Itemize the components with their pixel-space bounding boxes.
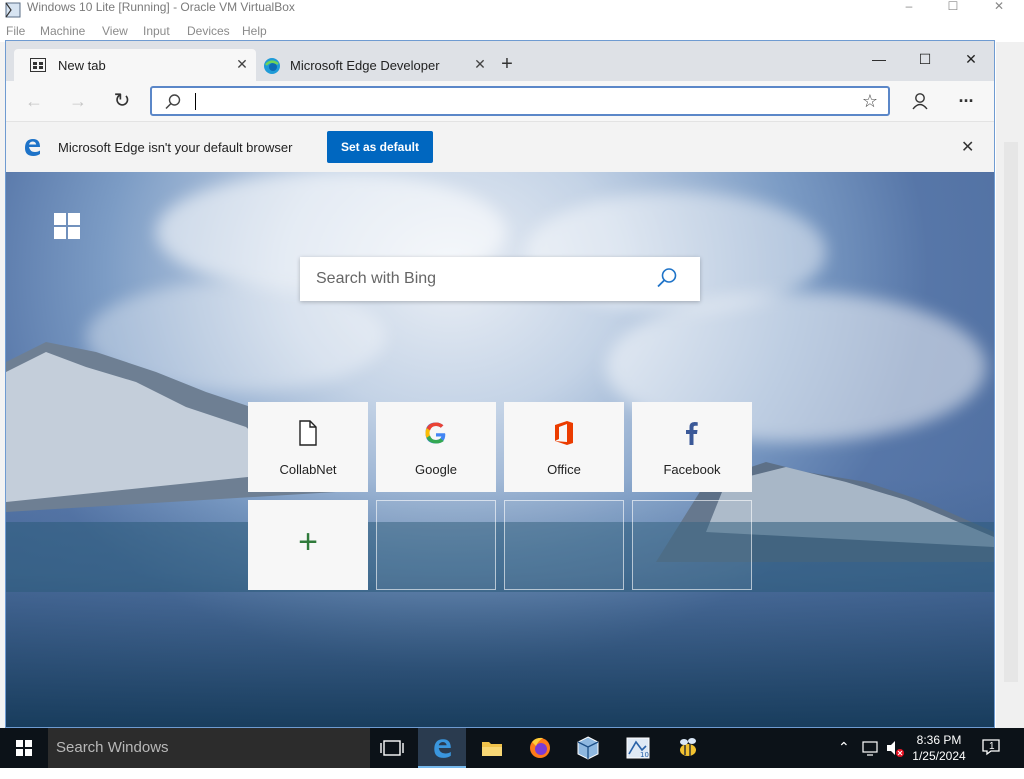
file-explorer-icon[interactable] [468,728,516,768]
office-icon [555,421,573,445]
tile-label: Facebook [663,462,721,477]
taskbar-clock[interactable]: 8:36 PM 1/25/2024 [904,732,974,764]
volume-muted-icon[interactable] [884,728,906,768]
mountain-background [6,342,994,592]
virtualbox-window-title: Windows 10 Lite [Running] - Oracle VM Vi… [27,0,295,14]
svg-text:10: 10 [640,751,649,759]
menu-devices[interactable]: Devices [187,24,230,38]
empty-tile-slot [376,500,496,590]
top-site-tile-collabnet[interactable]: CollabNet [248,402,368,492]
edge-minimize-button[interactable]: — [856,45,902,73]
tab-label: New tab [58,58,106,73]
add-icon: + [298,523,318,561]
edge-close-button[interactable]: ✕ [948,45,994,73]
tile-label: Google [415,462,457,477]
windows-logo-icon [54,213,80,239]
notification-count: 1 [989,741,995,752]
app-icon[interactable]: 10 [614,728,662,768]
google-icon [425,422,446,444]
set-as-default-button[interactable]: Set as default [327,131,433,163]
virtualbox-icon[interactable] [564,728,612,768]
add-top-site-tile[interactable]: + [248,500,368,590]
background-scrollbar[interactable] [1004,142,1018,682]
action-center-button[interactable]: 1 [982,738,1004,758]
vm-desktop-right-edge [996,42,1024,728]
new-tab-button[interactable]: + [496,54,518,76]
top-site-tile-google[interactable]: Google [376,402,496,492]
tab-label: Microsoft Edge Developer [290,58,440,73]
text-cursor [195,93,196,110]
forward-button[interactable]: → [64,89,92,113]
tile-label: CollabNet [279,462,337,477]
top-site-tile-facebook[interactable]: Facebook [632,402,752,492]
menu-view[interactable]: View [102,24,128,38]
taskbar-search-box[interactable]: Search Windows [48,728,370,768]
top-site-tile-office[interactable]: Office [504,402,624,492]
facebook-icon [686,422,698,445]
tab-close-button[interactable]: ✕ [472,56,488,72]
search-icon [165,94,181,110]
menu-file[interactable]: File [6,24,25,38]
new-tab-page: Search with Bing CollabNet Google Office… [6,172,994,727]
menu-machine[interactable]: Machine [40,24,85,38]
favorite-star-icon[interactable]: ☆ [862,91,878,112]
edge-window: New tab ✕ Microsoft Edge Developer ✕ + —… [5,40,995,728]
infobar-message: Microsoft Edge isn't your default browse… [58,140,293,155]
virtualbox-titlebar: Windows 10 Lite [Running] - Oracle VM Vi… [0,0,1024,22]
edge-toolbar: ← → ↻ ☆ ··· [6,81,994,122]
default-browser-infobar: Microsoft Edge isn't your default browse… [6,122,994,173]
start-button[interactable] [0,728,48,768]
vbox-maximize-button[interactable]: ☐ [930,0,976,14]
vbox-close-button[interactable]: ✕ [976,0,1022,14]
show-hidden-icons-chevron-icon[interactable]: ⌃ [838,739,850,779]
windows-taskbar: Search Windows 10 ⌃ 8:36 PM 1/25/2024 1 [0,728,1024,768]
edge-maximize-button[interactable]: ☐ [902,45,948,73]
vbox-minimize-button[interactable]: – [886,0,932,14]
tab-close-button[interactable]: ✕ [234,56,250,72]
refresh-button[interactable]: ↻ [108,89,136,113]
virtualbox-app-icon [5,2,21,18]
empty-tile-slot [632,500,752,590]
tab-strip: New tab ✕ Microsoft Edge Developer ✕ + —… [6,41,994,81]
bing-search-box[interactable]: Search with Bing [300,257,700,301]
menu-help[interactable]: Help [242,24,267,38]
newtab-icon [30,58,46,72]
address-bar[interactable]: ☆ [150,86,890,116]
person-icon[interactable] [906,89,934,113]
menu-input[interactable]: Input [143,24,170,38]
tile-label: Office [547,462,581,477]
edge-icon [434,739,451,758]
edge-dev-icon [264,58,280,74]
empty-tile-slot [504,500,624,590]
firefox-icon[interactable] [516,728,564,768]
bing-search-placeholder: Search with Bing [316,270,437,287]
task-view-icon[interactable] [368,728,416,768]
settings-more-button[interactable]: ··· [952,89,980,113]
bee-icon[interactable] [664,728,712,768]
taskbar-edge-button[interactable] [418,728,466,768]
tab-edge-developer[interactable]: Microsoft Edge Developer ✕ [258,49,490,81]
clock-date: 1/25/2024 [912,749,966,763]
network-icon[interactable] [860,728,882,768]
tab-new-tab[interactable]: New tab ✕ [14,49,256,81]
edge-logo-icon [25,139,40,156]
back-button[interactable]: ← [20,89,48,113]
infobar-close-button[interactable]: ✕ [961,137,974,157]
document-icon [299,420,317,446]
search-icon[interactable] [656,267,678,289]
taskbar-search-placeholder: Search Windows [56,739,169,756]
clock-time: 8:36 PM [916,733,962,747]
virtualbox-menubar: File Machine View Input Devices Help [0,22,1024,42]
